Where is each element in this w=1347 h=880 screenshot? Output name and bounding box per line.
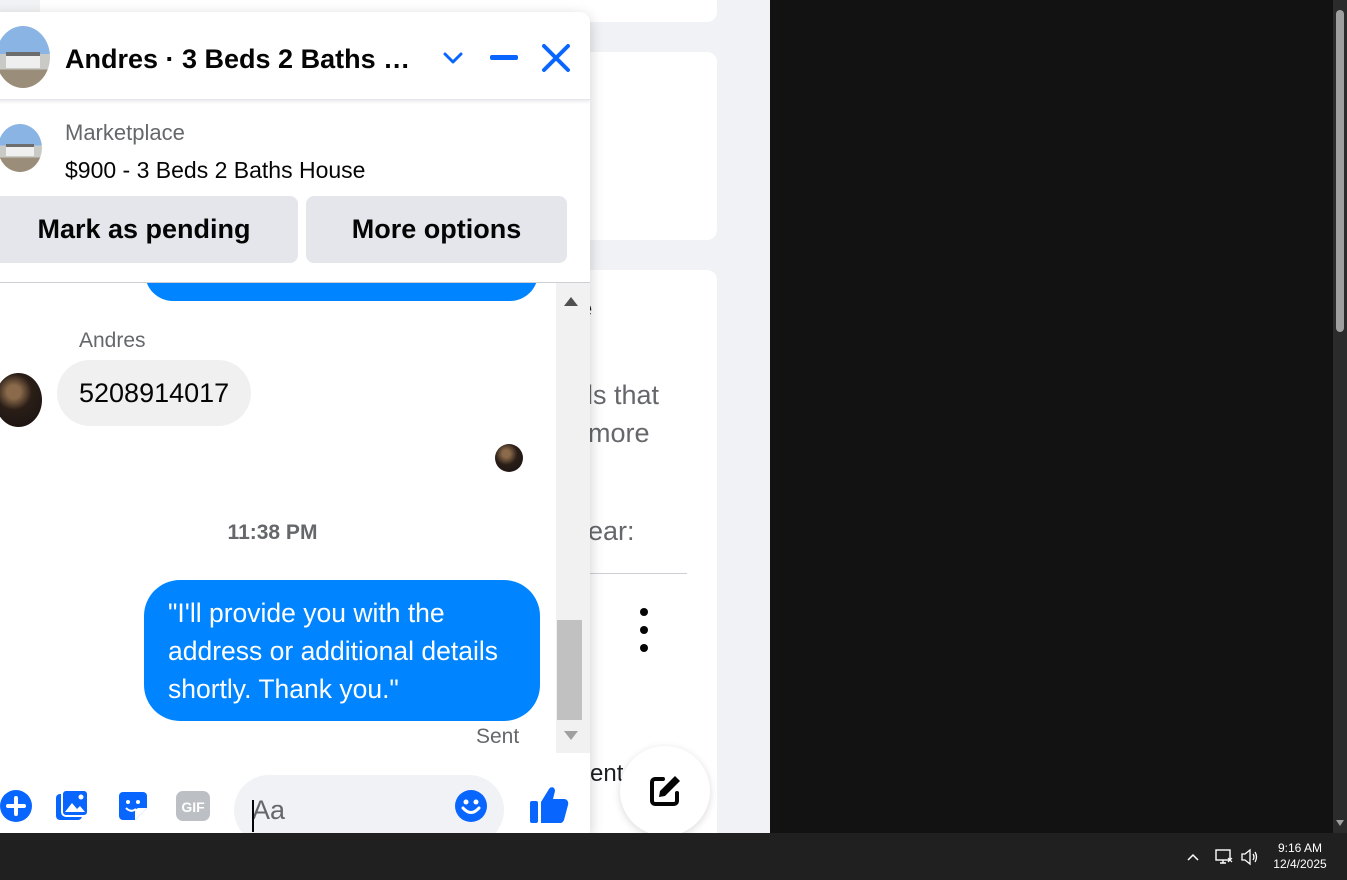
network-status-button[interactable] — [1212, 845, 1236, 869]
clock-time: 9:16 AM — [1277, 841, 1323, 855]
incoming-message-bubble[interactable]: 5208914017 — [57, 360, 252, 426]
sticker-icon — [119, 792, 147, 820]
show-hidden-icons-button[interactable] — [1181, 845, 1205, 869]
background-text: more — [588, 418, 650, 448]
page-scrollbar[interactable] — [1333, 0, 1347, 833]
photo-icon — [56, 789, 89, 820]
background-text: ds that — [578, 380, 660, 410]
minimize-icon — [490, 55, 518, 60]
page-scrollbar-thumb[interactable] — [1336, 10, 1344, 332]
message-composer: GIF — [0, 753, 590, 834]
message-status: Sent — [476, 725, 520, 748]
listing-thumbnail[interactable] — [0, 124, 42, 172]
scroll-down-arrow-icon[interactable] — [564, 731, 578, 740]
close-icon — [542, 44, 570, 72]
read-receipt-avatar — [495, 444, 523, 472]
attach-photo-button[interactable] — [53, 787, 91, 825]
avatar[interactable] — [0, 373, 42, 427]
outgoing-message-bubble[interactable] — [145, 283, 538, 301]
message-scrollbar[interactable] — [556, 283, 590, 753]
chevron-up-icon — [1187, 853, 1199, 861]
chat-options-button[interactable] — [435, 40, 471, 76]
more-options-icon[interactable] — [634, 608, 654, 652]
compose-icon — [650, 776, 680, 806]
volume-button[interactable] — [1238, 845, 1262, 869]
thumbs-up-icon — [530, 787, 569, 823]
listing-avatar[interactable] — [0, 26, 50, 88]
gif-button[interactable]: GIF — [174, 787, 212, 825]
message-list[interactable]: Andres 5208914017 11:38 PM "I'll provide… — [0, 283, 555, 753]
close-chat-button[interactable] — [538, 40, 574, 76]
dark-panel — [770, 0, 1333, 833]
divider — [590, 573, 687, 574]
speaker-icon — [1241, 848, 1258, 866]
text-caret — [252, 800, 254, 832]
scroll-down-arrow-icon[interactable] — [1336, 820, 1344, 826]
chat-title[interactable]: Andres · 3 Beds 2 Baths House — [65, 44, 425, 75]
emoji-icon — [455, 790, 487, 822]
background-text: ent — [590, 760, 624, 787]
gif-icon: GIF — [176, 791, 210, 821]
scroll-up-arrow-icon[interactable] — [564, 297, 578, 306]
message-scrollbar-thumb[interactable] — [557, 620, 582, 720]
mark-as-pending-button[interactable]: Mark as pending — [0, 196, 298, 263]
chat-header[interactable]: Andres · 3 Beds 2 Baths House — [0, 12, 590, 100]
minimize-button[interactable] — [486, 40, 522, 76]
sticker-button[interactable] — [114, 787, 152, 825]
marketplace-listing: Marketplace $900 - 3 Beds 2 Baths House … — [0, 100, 590, 283]
taskbar: 9:16 AM 12/4/2025 — [0, 833, 1347, 880]
sender-name: Andres — [79, 329, 146, 352]
background-text: ear: — [588, 516, 635, 546]
chevron-down-icon — [443, 52, 463, 64]
outgoing-message-bubble[interactable]: "I'll provide you with the address or ad… — [144, 580, 540, 721]
plus-icon — [0, 790, 32, 822]
network-icon — [1215, 849, 1233, 864]
more-options-button[interactable]: More options — [306, 196, 567, 263]
listing-source: Marketplace — [65, 120, 185, 145]
more-actions-button[interactable] — [0, 787, 35, 825]
system-clock[interactable]: 9:16 AM 12/4/2025 — [1260, 840, 1340, 872]
send-like-button[interactable] — [527, 783, 571, 827]
new-message-button[interactable] — [620, 746, 710, 833]
clock-date: 12/4/2025 — [1273, 857, 1327, 871]
svg-text:GIF: GIF — [181, 799, 205, 815]
listing-title[interactable]: $900 - 3 Beds 2 Baths House — [65, 157, 365, 184]
message-timestamp: 11:38 PM — [227, 521, 318, 544]
emoji-button[interactable] — [454, 789, 488, 823]
chat-window: Andres · 3 Beds 2 Baths House Marketplac… — [0, 12, 590, 834]
